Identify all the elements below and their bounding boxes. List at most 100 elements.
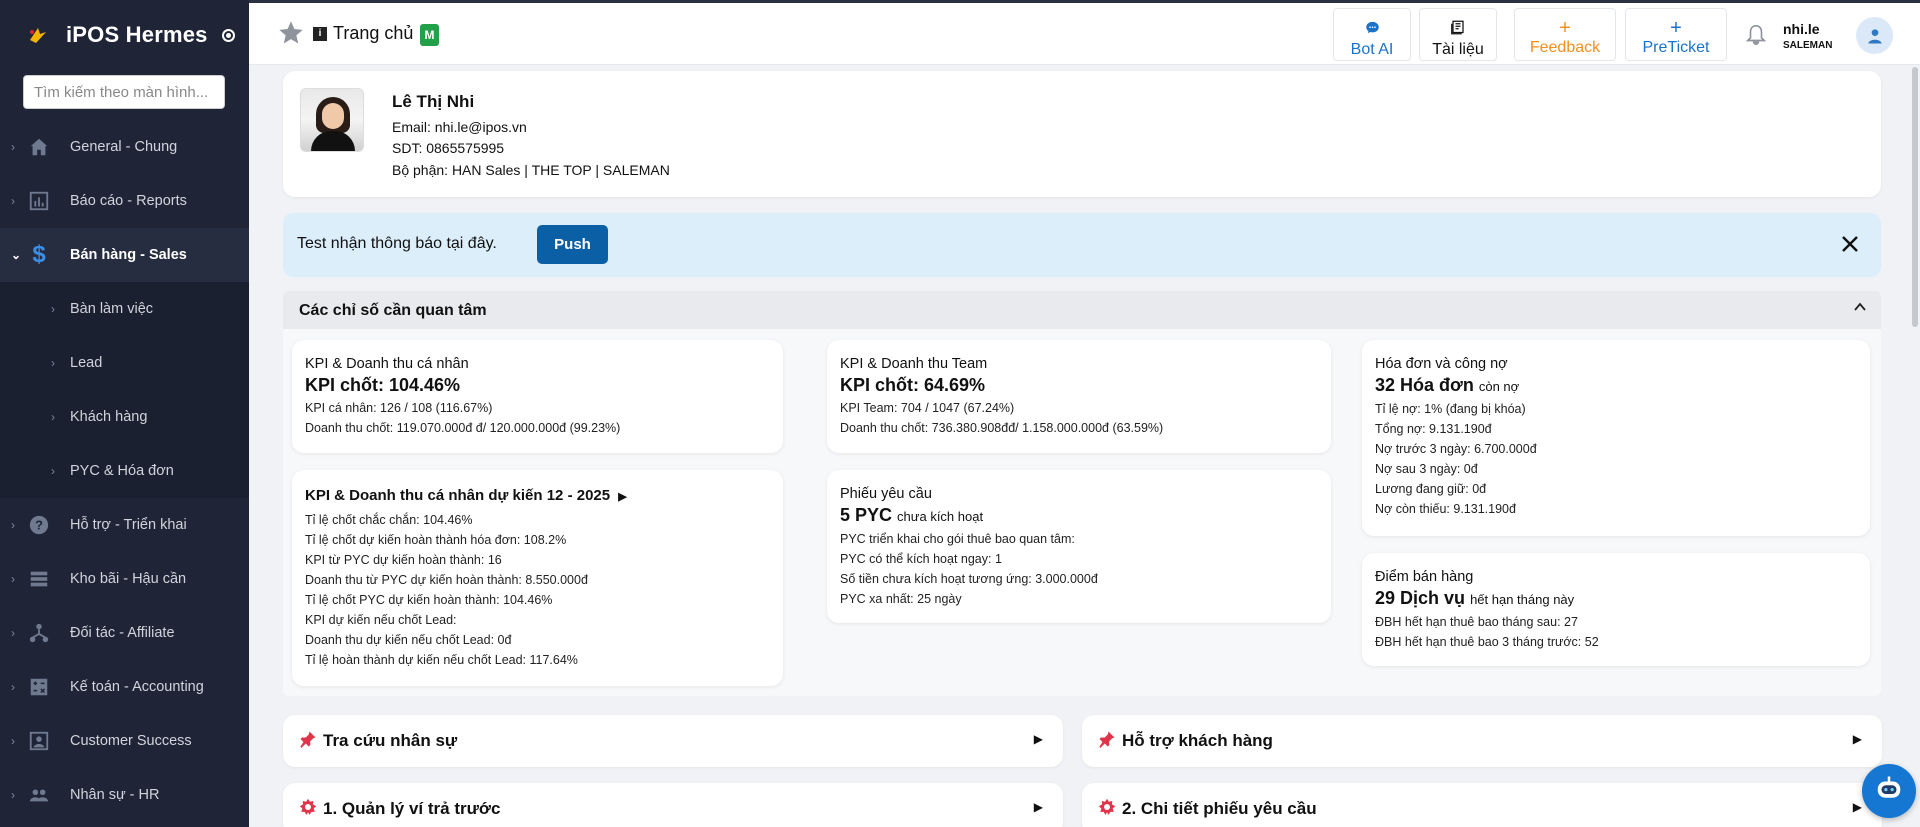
kpi-panel-title: Các chỉ số cần quan tâm <box>299 302 487 319</box>
scrollbar-thumb[interactable] <box>1912 67 1918 327</box>
link-label: Hỗ trợ khách hàng <box>1122 731 1273 750</box>
favorite-star-icon[interactable] <box>277 19 305 47</box>
caret-right-icon: ▶ <box>1033 732 1043 746</box>
caret-right-icon: ▶ <box>1033 800 1043 814</box>
sidebar-item-label: Kho bãi - Hậu cần <box>70 571 187 587</box>
page-scrollbar[interactable] <box>1910 65 1920 827</box>
sidebar-subitem-workspace[interactable]: › Bàn làm việc <box>0 282 249 336</box>
card-line: Doanh thu chốt: 736.380.908đđ/ 1.158.000… <box>840 421 1164 435</box>
card-headline: 5 PYC chưa kích hoạt <box>840 505 984 525</box>
sidebar-subitem-lead[interactable]: › Lead <box>0 336 249 390</box>
chevron-right-icon: › <box>51 302 55 316</box>
notification-text: Test nhận thông báo tại đây. <box>297 235 497 252</box>
radio-icon[interactable] <box>221 28 235 42</box>
pin-icon <box>1098 730 1116 748</box>
help-circle-icon: ? <box>27 513 51 537</box>
sidebar-item-label: Nhân sự - HR <box>70 787 160 803</box>
customer-icon <box>27 729 51 753</box>
link-label: 2. Chi tiết phiếu yêu cầu <box>1122 799 1317 818</box>
card-line: PYC xa nhất: 25 ngày <box>840 592 962 606</box>
card-line: Nợ sau 3 ngày: 0đ <box>1375 462 1478 476</box>
chevron-right-icon: › <box>51 356 55 370</box>
caret-right-icon: ▶ <box>1852 800 1862 814</box>
card-line: KPI từ PYC dự kiến hoàn thành: 16 <box>305 553 502 567</box>
sidebar: iPOS Hermes › General - Chung › Báo cáo … <box>0 0 249 827</box>
svg-text:?: ? <box>35 518 43 533</box>
kpi-forecast-card: KPI & Doanh thu cá nhân dự kiến 12 - 202… <box>292 470 783 686</box>
chevron-up-icon[interactable] <box>1853 300 1867 317</box>
sidebar-item-reports[interactable]: › Báo cáo - Reports <box>0 174 249 228</box>
chat-icon <box>1334 20 1410 38</box>
sidebar-item-label: Kế toán - Accounting <box>70 679 204 695</box>
sidebar-subitem-customers[interactable]: › Khách hàng <box>0 390 249 444</box>
chatbot-button[interactable] <box>1862 764 1916 818</box>
user-name: nhi.le <box>1783 21 1820 37</box>
chevron-down-icon: ⌄ <box>11 248 22 262</box>
plus-icon: + <box>1559 17 1571 39</box>
preticket-button[interactable]: + PreTicket <box>1625 8 1727 61</box>
sidebar-item-label: Hỗ trợ - Triển khai <box>70 517 187 533</box>
card-line: Lương đang giữ: 0đ <box>1375 482 1487 496</box>
card-title: KPI & Doanh thu Team <box>840 356 988 372</box>
sidebar-item-sales[interactable]: ⌄ $ Bán hàng - Sales <box>0 228 249 282</box>
brand[interactable]: iPOS Hermes <box>0 0 249 70</box>
card-line: Nợ trước 3 ngày: 6.700.000đ <box>1375 442 1537 456</box>
plus-icon: + <box>1670 17 1682 39</box>
link-request-details[interactable]: 2. Chi tiết phiếu yêu cầu ▶ <box>1082 783 1882 827</box>
user-menu[interactable]: nhi.le SALEMAN <box>1783 21 1832 51</box>
card-line: Tỉ lệ chốt PYC dự kiến hoàn thành: 104.4… <box>305 593 553 607</box>
chevron-right-icon: › <box>11 734 15 748</box>
requests-card: Phiếu yêu cầu 5 PYC chưa kích hoạt PYC t… <box>827 470 1331 623</box>
sidebar-search-input[interactable] <box>23 75 225 109</box>
sidebar-item-support[interactable]: › ? Hỗ trợ - Triển khai <box>0 498 249 552</box>
kpi-personal-card: KPI & Doanh thu cá nhân KPI chốt: 104.46… <box>292 340 783 453</box>
sidebar-item-label: Đối tác - Affiliate <box>70 625 175 641</box>
sidebar-subitem-label: Lead <box>70 355 103 371</box>
bot-ai-button[interactable]: Bot AI <box>1333 8 1411 61</box>
chevron-right-icon: › <box>11 518 15 532</box>
card-headline: KPI chốt: 104.46% <box>305 375 461 395</box>
home-icon <box>27 135 51 159</box>
breadcrumb[interactable]: i Trang chủ <box>313 23 413 44</box>
chevron-right-icon: › <box>11 788 15 802</box>
feedback-button[interactable]: + Feedback <box>1514 8 1616 61</box>
link-staff-lookup[interactable]: Tra cứu nhân sự ▶ <box>283 715 1063 767</box>
caret-right-icon: ▶ <box>618 491 627 503</box>
profile-name: Lê Thị Nhi <box>392 92 475 111</box>
sidebar-item-accounting[interactable]: › Kế toán - Accounting <box>0 660 249 714</box>
avatar[interactable] <box>1856 17 1893 54</box>
sidebar-item-affiliate[interactable]: › Đối tác - Affiliate <box>0 606 249 660</box>
profile-card: Lê Thị Nhi Email: nhi.le@ipos.vn SDT: 08… <box>283 71 1881 197</box>
chevron-right-icon: › <box>51 410 55 424</box>
card-title[interactable]: KPI & Doanh thu cá nhân dự kiến 12 - 202… <box>305 487 627 504</box>
link-label: Tra cứu nhân sự <box>323 731 458 750</box>
push-button[interactable]: Push <box>537 225 608 264</box>
sidebar-item-general[interactable]: › General - Chung <box>0 120 249 174</box>
sales-submenu: › Bàn làm việc › Lead › Khách hàng › PYC… <box>0 282 249 498</box>
card-line: PYC có thể kích hoạt ngay: 1 <box>840 552 1002 566</box>
sidebar-subitem-pyc-invoices[interactable]: › PYC & Hóa đơn <box>0 444 249 498</box>
caret-right-icon: ▶ <box>1852 732 1862 746</box>
sidebar-item-customer-success[interactable]: › Customer Success <box>0 714 249 768</box>
chevron-right-icon: › <box>11 572 15 586</box>
documents-button[interactable]: Tài liệu <box>1419 8 1497 61</box>
bell-icon[interactable] <box>1745 23 1767 47</box>
card-title: KPI & Doanh thu cá nhân <box>305 356 469 372</box>
profile-photo <box>300 88 364 152</box>
kpi-panel-header[interactable]: Các chỉ số cần quan tâm <box>283 291 1881 329</box>
link-prepaid-wallet[interactable]: 1. Quản lý ví trả trước ▶ <box>283 783 1063 827</box>
close-icon[interactable] <box>1837 231 1863 257</box>
preticket-label: PreTicket <box>1642 39 1710 56</box>
star-badge-icon <box>1098 798 1116 816</box>
card-headline: KPI chốt: 64.69% <box>840 375 986 395</box>
sidebar-item-warehouse[interactable]: › Kho bãi - Hậu cần <box>0 552 249 606</box>
card-line: Tỉ lệ chốt dự kiến hoàn thành hóa đơn: 1… <box>305 533 567 547</box>
network-icon <box>27 621 51 645</box>
profile-department: Bộ phận: HAN Sales | THE TOP | SALEMAN <box>392 162 670 178</box>
kpi-team-card: KPI & Doanh thu Team KPI chốt: 64.69% KP… <box>827 340 1331 453</box>
link-customer-support[interactable]: Hỗ trợ khách hàng ▶ <box>1082 715 1882 767</box>
card-line: Tỉ lệ chốt chắc chắn: 104.46% <box>305 513 473 527</box>
card-line: ĐBH hết hạn thuê bao tháng sau: 27 <box>1375 615 1578 629</box>
sidebar-item-hr[interactable]: › Nhân sự - HR <box>0 768 249 822</box>
sidebar-item-label: General - Chung <box>70 139 178 155</box>
